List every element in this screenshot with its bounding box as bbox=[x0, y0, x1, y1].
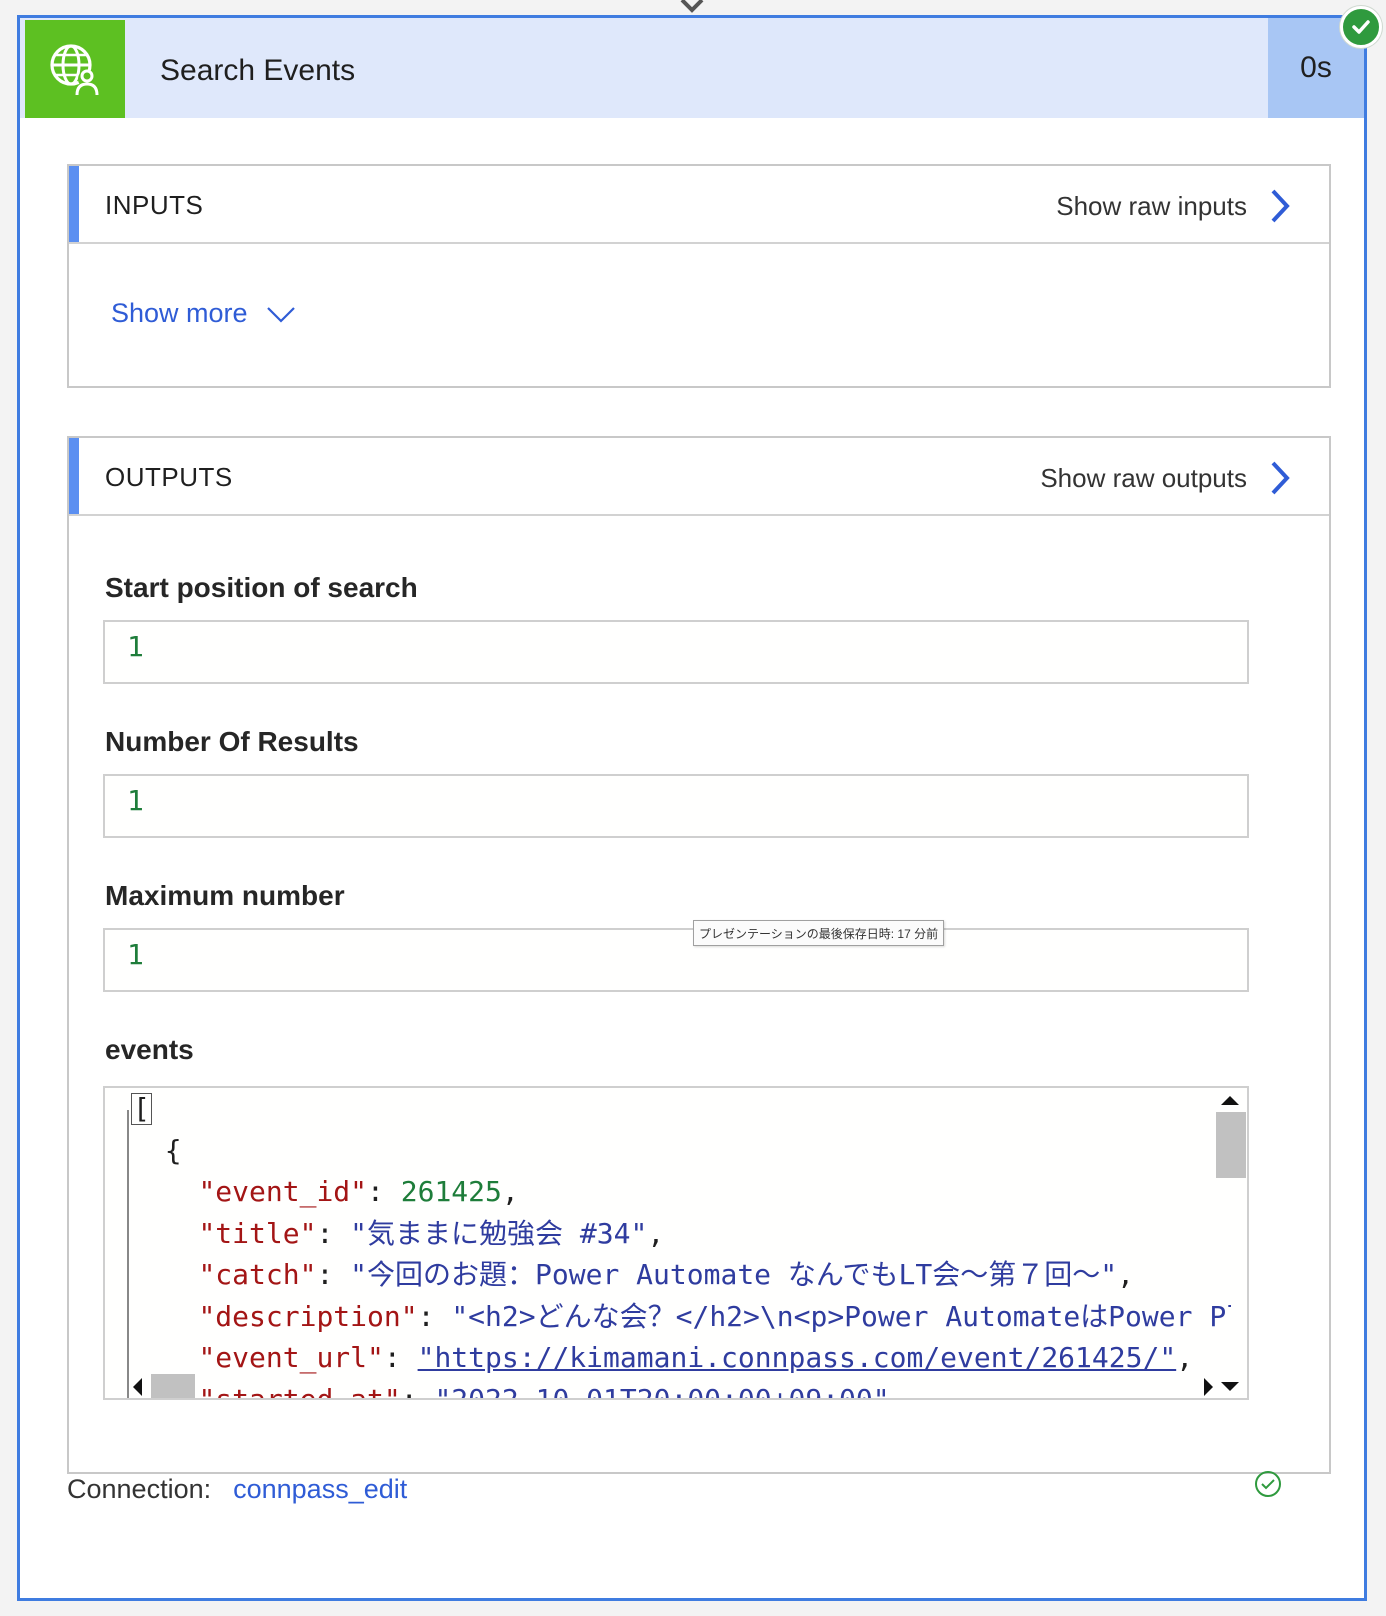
inputs-heading: INPUTS bbox=[105, 190, 204, 220]
inputs-panel-header: INPUTS Show raw inputs bbox=[69, 166, 1329, 244]
indent-guide bbox=[127, 1110, 129, 1398]
action-title: Search Events bbox=[160, 54, 356, 87]
json-open-bracket: [ bbox=[131, 1092, 152, 1125]
success-check-icon bbox=[1340, 6, 1382, 48]
outputs-panel: OUTPUTS Show raw outputs Start position … bbox=[67, 436, 1331, 1474]
chevron-right-icon bbox=[1271, 461, 1290, 495]
horizontal-scroll-thumb[interactable] bbox=[151, 1374, 195, 1398]
scroll-up-icon[interactable] bbox=[1221, 1096, 1239, 1105]
outputs-panel-header: OUTPUTS Show raw outputs bbox=[69, 438, 1329, 516]
json-key-catch: "catch" bbox=[198, 1258, 317, 1291]
field-label-number-of-results: Number Of Results bbox=[105, 726, 359, 757]
inputs-panel: INPUTS Show raw inputs Show more bbox=[67, 164, 1331, 388]
connector-arrow-icon bbox=[680, 0, 704, 13]
field-label-start-position: Start position of search bbox=[105, 572, 418, 603]
events-json-viewer[interactable]: [ { "event_id": 261425, "title": "気ままに勉強… bbox=[103, 1086, 1249, 1400]
json-key-event-id: "event_id" bbox=[198, 1175, 368, 1208]
json-key-title: "title" bbox=[198, 1216, 317, 1250]
connection-ok-icon bbox=[1255, 1471, 1281, 1497]
field-number-of-results[interactable]: 1 bbox=[103, 774, 1249, 838]
field-maximum-number[interactable]: 1 bbox=[103, 928, 1249, 992]
action-icon-tile bbox=[25, 20, 125, 118]
connection-name-link[interactable]: connpass_edit bbox=[233, 1474, 407, 1505]
action-header[interactable]: Search Events 0s bbox=[20, 18, 1364, 118]
field-label-maximum-number: Maximum number bbox=[105, 880, 345, 911]
globe-user-icon bbox=[50, 44, 99, 96]
chevron-right-icon bbox=[1271, 189, 1290, 223]
connection-row: Connection: connpass_edit bbox=[67, 1474, 407, 1505]
horizontal-scrollbar[interactable] bbox=[131, 1374, 1217, 1398]
field-start-position[interactable]: 1 bbox=[103, 620, 1249, 684]
show-raw-inputs-link[interactable]: Show raw inputs bbox=[1056, 188, 1291, 224]
json-value-description: "<h2>どんな会？</h2>\n<p>Power AutomateはPower… bbox=[451, 1299, 1231, 1333]
save-status-tooltip: プレゼンテーションの最後保存日時: 17 分前 bbox=[693, 920, 945, 946]
json-open-brace: { bbox=[164, 1133, 182, 1167]
show-more-button[interactable]: Show more bbox=[111, 298, 296, 329]
show-raw-outputs-link[interactable]: Show raw outputs bbox=[1040, 460, 1291, 496]
json-value-catch: "今回のお題：Power Automate なんでもLT会～第７回～" bbox=[350, 1258, 1118, 1291]
connection-label: Connection: bbox=[67, 1474, 212, 1504]
show-more-label: Show more bbox=[111, 298, 248, 328]
scroll-down-icon[interactable] bbox=[1221, 1382, 1239, 1391]
show-raw-inputs-label: Show raw inputs bbox=[1056, 190, 1247, 221]
show-raw-outputs-label: Show raw outputs bbox=[1040, 462, 1247, 493]
panel-accent-bar bbox=[69, 438, 79, 514]
json-value-title: "気ままに勉強会 #34" bbox=[350, 1216, 648, 1250]
outputs-heading: OUTPUTS bbox=[105, 462, 233, 492]
json-key-event-url: "event_url" bbox=[198, 1341, 384, 1374]
field-label-events: events bbox=[105, 1034, 194, 1065]
field-value: 1 bbox=[127, 630, 144, 663]
json-code: [ { "event_id": 261425, "title": "気ままに勉強… bbox=[131, 1088, 1231, 1398]
field-value: 1 bbox=[127, 938, 144, 971]
vertical-scrollbar[interactable] bbox=[1213, 1088, 1247, 1398]
scroll-left-icon[interactable] bbox=[133, 1378, 142, 1396]
json-value-event-id: 261425 bbox=[400, 1175, 502, 1208]
action-card: Search Events 0s INPUTS Show raw inputs … bbox=[17, 6, 1382, 1601]
panel-accent-bar bbox=[69, 166, 79, 242]
vertical-scroll-thumb[interactable] bbox=[1216, 1112, 1246, 1178]
field-value: 1 bbox=[127, 784, 144, 817]
chevron-down-icon bbox=[266, 306, 295, 323]
json-key-description: "description" bbox=[198, 1299, 418, 1333]
scroll-right-icon[interactable] bbox=[1204, 1378, 1213, 1396]
json-value-event-url-link[interactable]: "https://kimamani.connpass.com/event/261… bbox=[418, 1341, 1177, 1374]
